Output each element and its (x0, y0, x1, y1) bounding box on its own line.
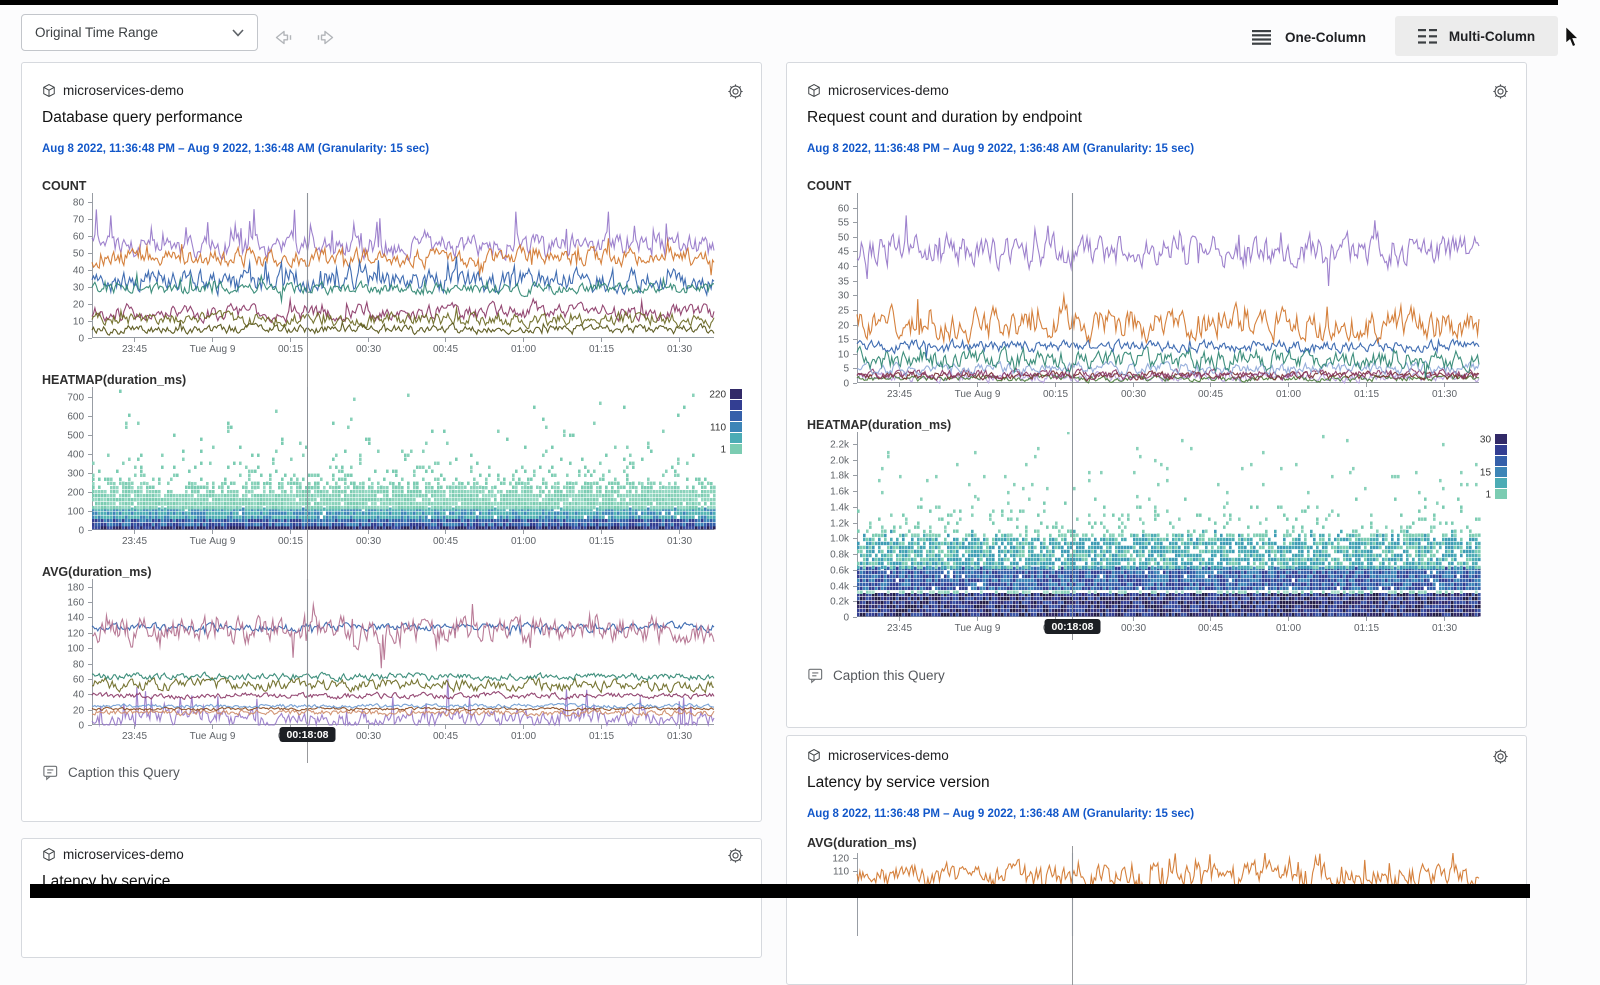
arrow-back-icon (271, 26, 294, 49)
dataset-box-icon (807, 748, 821, 763)
dataset-name: microservices-demo (828, 748, 949, 763)
duration-heatmap-chart[interactable] (807, 432, 1512, 635)
chart-label-heatmap: HEATMAP(duration_ms) (42, 373, 741, 387)
next-query-button[interactable] (315, 26, 338, 54)
chart-label-count: COUNT (42, 179, 741, 193)
chevron-down-icon (232, 29, 244, 37)
dataset-box-icon (42, 847, 56, 862)
time-range-dropdown[interactable]: Original Time Range (21, 14, 258, 51)
query-title: Database query performance (42, 109, 741, 127)
multi-column-label: Multi-Column (1449, 29, 1535, 44)
one-column-icon (1252, 30, 1271, 45)
one-column-label: One-Column (1285, 30, 1366, 45)
board-grid: microservices-demo Database query perfor… (21, 62, 1527, 985)
caption-bubble-icon (42, 764, 59, 781)
chart-label-avg: AVG(duration_ms) (42, 565, 741, 579)
bottom-black-bar (30, 884, 1530, 898)
top-black-bar (0, 0, 1558, 5)
caption-label: Caption this Query (833, 668, 945, 683)
dataset-box-icon (42, 83, 56, 98)
panel-settings-button[interactable] (1492, 83, 1509, 100)
gear-icon (727, 847, 744, 864)
caption-label: Caption this Query (68, 765, 180, 780)
panel-latency-by-service: microservices-demo Latency by service (21, 838, 762, 958)
panel-settings-button[interactable] (1492, 748, 1509, 765)
dataset-box-icon (807, 83, 821, 98)
mouse-cursor (1564, 26, 1580, 53)
chart-label-count: COUNT (807, 179, 1506, 193)
multi-column-icon (1418, 29, 1437, 44)
duration-heatmap-chart[interactable] (42, 387, 747, 548)
dataset-name: microservices-demo (63, 847, 184, 862)
count-line-chart[interactable] (807, 193, 1512, 401)
dataset-row[interactable]: microservices-demo (42, 847, 741, 862)
dataset-row[interactable]: microservices-demo (807, 83, 1506, 98)
caption-this-query-button[interactable]: Caption this Query (42, 764, 180, 781)
panel-request-count-by-endpoint: microservices-demo Request count and dur… (786, 62, 1527, 728)
time-range-dropdown-label: Original Time Range (35, 25, 158, 40)
gear-icon (1492, 748, 1509, 765)
time-range-link[interactable]: Aug 8 2022, 11:36:48 PM – Aug 9 2022, 1:… (42, 143, 429, 155)
toolbar: Original Time Range One-Column Multi-Col… (0, 5, 1600, 62)
left-column: microservices-demo Database query perfor… (21, 62, 762, 985)
gear-icon (727, 83, 744, 100)
dataset-name: microservices-demo (63, 83, 184, 98)
dataset-name: microservices-demo (828, 83, 949, 98)
query-title: Request count and duration by endpoint (807, 109, 1506, 127)
gear-icon (1492, 83, 1509, 100)
multi-column-toggle[interactable]: Multi-Column (1395, 16, 1558, 56)
dataset-row[interactable]: microservices-demo (42, 83, 741, 98)
count-line-chart[interactable] (42, 193, 747, 356)
arrow-forward-icon (315, 26, 338, 49)
caption-this-query-button[interactable]: Caption this Query (807, 667, 945, 684)
panel-latency-by-service-version: microservices-demo Latency by service ve… (786, 735, 1527, 985)
caption-bubble-icon (807, 667, 824, 684)
previous-query-button[interactable] (271, 26, 294, 54)
time-range-link[interactable]: Aug 8 2022, 11:36:48 PM – Aug 9 2022, 1:… (807, 143, 1194, 155)
one-column-toggle[interactable]: One-Column (1252, 19, 1366, 55)
panel-database-query-performance: microservices-demo Database query perfor… (21, 62, 762, 822)
panel-settings-button[interactable] (727, 83, 744, 100)
right-column: microservices-demo Request count and dur… (786, 62, 1527, 985)
query-title: Latency by service version (807, 774, 1506, 792)
avg-duration-line-chart[interactable] (42, 579, 747, 743)
chart-label-heatmap: HEATMAP(duration_ms) (807, 418, 1506, 432)
panel-settings-button[interactable] (727, 847, 744, 864)
chart-label-avg: AVG(duration_ms) (807, 836, 1506, 850)
time-range-link[interactable]: Aug 8 2022, 11:36:48 PM – Aug 9 2022, 1:… (807, 808, 1194, 820)
dataset-row[interactable]: microservices-demo (807, 748, 1506, 763)
